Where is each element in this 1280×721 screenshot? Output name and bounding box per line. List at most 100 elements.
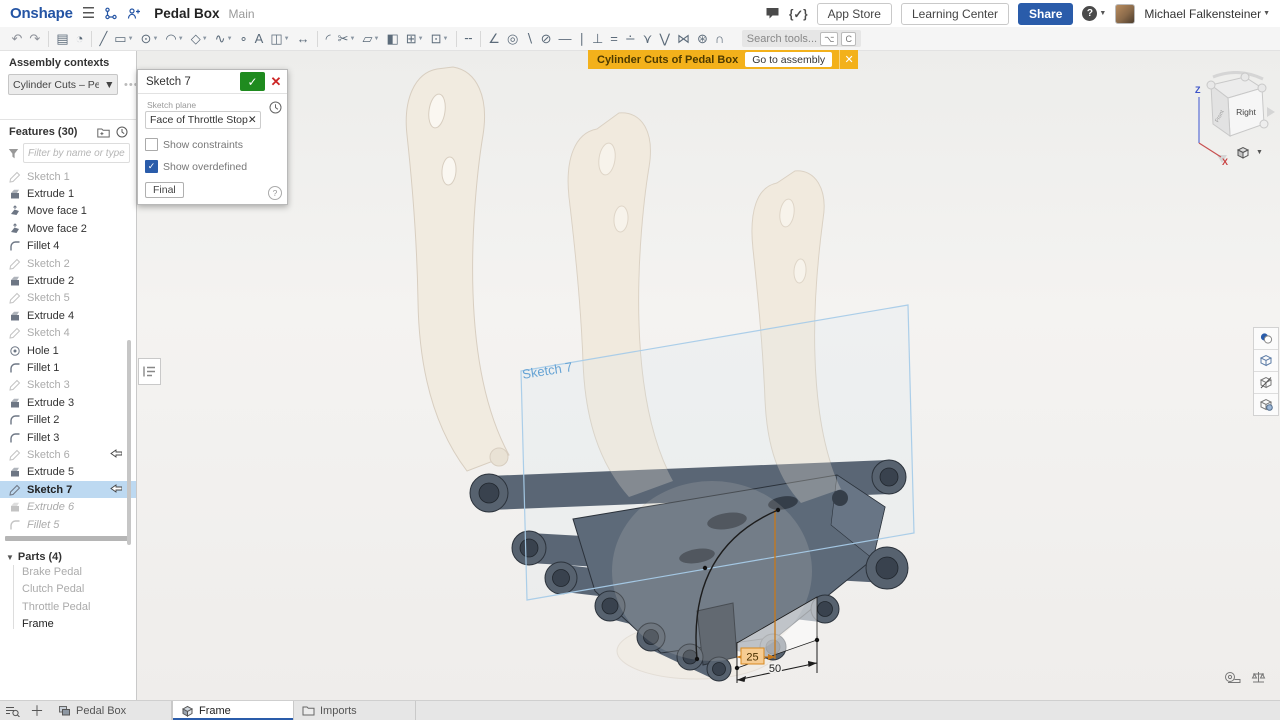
checkbox-show-overdefined[interactable]: ✓Show overdefined bbox=[145, 160, 279, 173]
context-more-icon[interactable]: ••• bbox=[124, 79, 137, 91]
search-tools-input[interactable]: Search tools... ⌥ C bbox=[742, 30, 861, 47]
manage-tabs-icon[interactable] bbox=[0, 701, 24, 720]
cancel-button[interactable]: ✕ bbox=[268, 72, 284, 91]
sketch-plane-field[interactable]: Face of Throttle Stop ✕ bbox=[145, 111, 261, 129]
feature-filter-input[interactable]: Filter by name or type bbox=[23, 143, 130, 163]
feature-item-extrude-3[interactable]: Extrude 3 bbox=[0, 394, 136, 411]
dimension-icon[interactable]: ↔ bbox=[293, 32, 313, 45]
feature-item-extrude-5[interactable]: Extrude 5 bbox=[0, 464, 136, 481]
pierce-icon[interactable]: ⋁ bbox=[656, 32, 674, 45]
midpoint-icon[interactable]: ∸ bbox=[621, 32, 639, 45]
model-viewport[interactable]: 25 50 Sketch 7 Right Front Z bbox=[137, 51, 1280, 700]
panel-scrollbar[interactable] bbox=[127, 340, 131, 545]
polygon-icon[interactable]: ◇▼ bbox=[187, 32, 211, 45]
use-project-icon[interactable]: ◔ bbox=[72, 32, 87, 45]
learning-center-button[interactable]: Learning Center bbox=[901, 3, 1009, 25]
featurescript-icon[interactable]: {✓} bbox=[789, 7, 808, 21]
assembly-context-dropdown[interactable]: Cylinder Cuts – Pedal ▼ bbox=[8, 74, 118, 95]
view-options-dropdown[interactable]: ▼ bbox=[1235, 145, 1263, 160]
vertical-icon[interactable]: ∣ bbox=[575, 32, 589, 45]
rectangle-icon[interactable]: ▭▼ bbox=[111, 32, 137, 45]
feature-item-sketch-2[interactable]: Sketch 2 bbox=[0, 255, 136, 272]
paste-sketch-icon[interactable]: ▤ bbox=[53, 32, 72, 45]
pattern-icon[interactable]: ⊞▼ bbox=[402, 32, 427, 45]
banner-close-icon[interactable]: ✕ bbox=[839, 50, 858, 69]
feature-item-move-face-1[interactable]: Move face 1 bbox=[0, 203, 136, 220]
feature-item-sketch-5[interactable]: Sketch 5 bbox=[0, 290, 136, 307]
coincident-icon[interactable]: ∠ bbox=[485, 32, 504, 45]
feature-item-extrude-4[interactable]: Extrude 4 bbox=[0, 307, 136, 324]
transform-icon[interactable]: ▱▼ bbox=[359, 32, 383, 45]
feature-item-extrude-2[interactable]: Extrude 2 bbox=[0, 272, 136, 289]
feature-item-sketch-1[interactable]: Sketch 1 bbox=[0, 168, 136, 185]
feature-item-sketch-7[interactable]: Sketch 7 bbox=[0, 481, 136, 498]
feature-item-sketch-6[interactable]: Sketch 6 bbox=[0, 446, 136, 463]
history-clock-icon[interactable] bbox=[116, 126, 128, 138]
tape-measure-icon[interactable] bbox=[1224, 671, 1241, 684]
insert-folder-icon[interactable] bbox=[97, 127, 110, 138]
feature-item-fillet-4[interactable]: Fillet 4 bbox=[0, 238, 136, 255]
insert-dxf-icon[interactable]: ⊡▼ bbox=[427, 32, 452, 45]
version-tree-icon[interactable] bbox=[104, 7, 118, 20]
user-menu[interactable]: Michael Falkensteiner ▼ bbox=[1144, 7, 1270, 21]
horizontal-icon[interactable]: — bbox=[555, 32, 575, 45]
part-item-clutch-pedal[interactable]: Clutch Pedal bbox=[0, 581, 136, 598]
tab-imports[interactable]: Imports bbox=[294, 701, 416, 720]
hide-instance-icon[interactable] bbox=[1254, 372, 1278, 394]
construction-icon[interactable]: ╌ bbox=[461, 32, 476, 45]
model-scene[interactable]: 25 50 bbox=[137, 51, 1280, 700]
tab-pedal-box[interactable]: Pedal Box bbox=[50, 701, 172, 720]
comment-icon[interactable] bbox=[765, 7, 780, 20]
feature-item-move-face-2[interactable]: Move face 2 bbox=[0, 220, 136, 237]
slot-icon[interactable]: ◫▼ bbox=[267, 32, 293, 45]
mass-properties-icon[interactable] bbox=[1251, 671, 1266, 684]
feature-item-hole-1[interactable]: Hole 1 bbox=[0, 342, 136, 359]
isolate-icon[interactable] bbox=[1254, 394, 1278, 415]
fix-icon[interactable]: ⊛ bbox=[694, 32, 712, 45]
undo-icon[interactable]: ↶ bbox=[8, 32, 26, 45]
checkbox-show-constraints[interactable]: Show constraints bbox=[145, 138, 279, 151]
feature-item-fillet-5[interactable]: Fillet 5 bbox=[0, 516, 136, 533]
feature-item-fillet-3[interactable]: Fillet 3 bbox=[0, 429, 136, 446]
accept-button[interactable]: ✓ bbox=[240, 72, 265, 91]
circle-icon[interactable]: ⊙▼ bbox=[137, 32, 162, 45]
help-menu[interactable]: ? ▼ bbox=[1082, 6, 1106, 21]
onshape-logo[interactable]: Onshape bbox=[10, 5, 73, 22]
final-button[interactable]: Final bbox=[145, 182, 184, 198]
trim-icon[interactable]: ✂▼ bbox=[334, 32, 359, 45]
add-tab-button[interactable]: ＋ bbox=[24, 701, 50, 720]
line-icon[interactable]: ╱ bbox=[96, 32, 111, 45]
part-item-frame[interactable]: Frame bbox=[0, 615, 136, 632]
ghost-clutch-pedal[interactable] bbox=[406, 67, 509, 471]
normal-icon[interactable]: ⋎ bbox=[639, 32, 656, 45]
feature-item-sketch-4[interactable]: Sketch 4 bbox=[0, 325, 136, 342]
concentric-icon[interactable]: ◎ bbox=[503, 32, 521, 45]
go-to-assembly-button[interactable]: Go to assembly bbox=[745, 52, 832, 67]
user-avatar[interactable] bbox=[1115, 4, 1135, 24]
view-cube[interactable]: Right Front Z X bbox=[1183, 71, 1278, 166]
part-item-brake-pedal[interactable]: Brake Pedal bbox=[0, 563, 136, 580]
parallel-icon[interactable]: ∖ bbox=[522, 32, 537, 45]
transparency-icon[interactable] bbox=[1254, 350, 1278, 372]
feature-item-extrude-1[interactable]: Extrude 1 bbox=[0, 185, 136, 202]
tangent-icon[interactable]: ⊘ bbox=[537, 32, 555, 45]
tab-frame[interactable]: Frame bbox=[172, 701, 294, 720]
follow-mode-icon[interactable] bbox=[127, 7, 141, 20]
feature-history-icon[interactable] bbox=[269, 101, 282, 114]
share-button[interactable]: Share bbox=[1018, 3, 1073, 25]
perpendicular-icon[interactable]: ⊥ bbox=[588, 32, 606, 45]
redo-icon[interactable]: ↷ bbox=[26, 32, 44, 45]
curvature-icon[interactable]: ∩ bbox=[711, 32, 727, 45]
feature-item-sketch-3[interactable]: Sketch 3 bbox=[0, 377, 136, 394]
equal-icon[interactable]: = bbox=[607, 32, 622, 45]
fillet-icon[interactable]: ◜ bbox=[322, 32, 334, 45]
feature-item-fillet-1[interactable]: Fillet 1 bbox=[0, 359, 136, 376]
mirror-icon[interactable]: ◧ bbox=[383, 32, 402, 45]
feature-item-fillet-2[interactable]: Fillet 2 bbox=[0, 411, 136, 428]
feature-item-extrude-6[interactable]: Extrude 6 bbox=[0, 498, 136, 515]
clear-selection-icon[interactable]: ✕ bbox=[248, 114, 257, 126]
feature-tree-flyout-toggle[interactable] bbox=[138, 358, 161, 385]
dialog-help-icon[interactable]: ? bbox=[268, 186, 282, 200]
spline-icon[interactable]: ∿▼ bbox=[211, 32, 236, 45]
app-store-button[interactable]: App Store bbox=[817, 3, 892, 25]
